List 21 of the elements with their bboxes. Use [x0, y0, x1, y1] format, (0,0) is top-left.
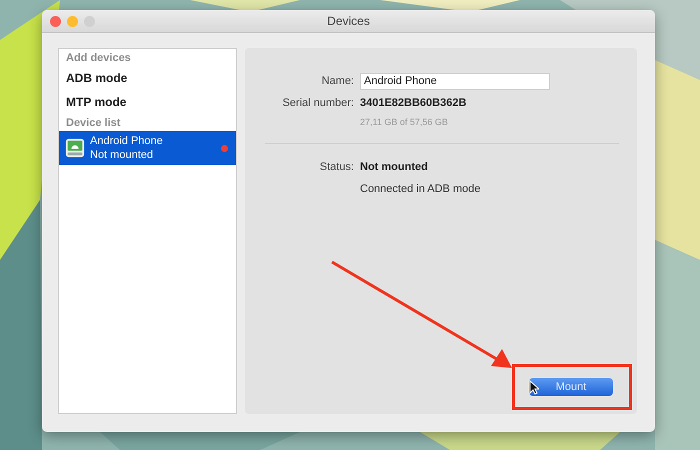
- sidebar-item[interactable]: MTP mode: [59, 90, 236, 114]
- name-field[interactable]: Android Phone: [360, 72, 550, 90]
- status-detail: Connected in ADB mode: [360, 183, 480, 195]
- capacity-text: 27,11 GB of 57,56 GB: [360, 117, 448, 127]
- section-header: Add devices: [65, 51, 132, 66]
- cursor-icon: [529, 380, 539, 395]
- device-item[interactable]: Android Phone Not mounted: [59, 131, 236, 165]
- field-label: Status:: [318, 161, 354, 173]
- minimize-button[interactable]: [67, 16, 78, 26]
- zoom-button[interactable]: [84, 16, 95, 26]
- field-label: Serial number:: [281, 97, 354, 109]
- field-label: Name:: [320, 75, 354, 87]
- drive-icon: [65, 138, 85, 158]
- close-button[interactable]: [50, 16, 61, 26]
- device-status: Not mounted: [90, 148, 154, 162]
- sidebar-item[interactable]: ADB mode: [59, 66, 236, 90]
- serial-number: 3401E82BB60B362B: [360, 97, 466, 109]
- window-title: Devices: [327, 14, 370, 28]
- section-header: Device list: [65, 116, 122, 131]
- device-name: Android Phone: [90, 134, 164, 148]
- status-value: Not mounted: [360, 161, 428, 173]
